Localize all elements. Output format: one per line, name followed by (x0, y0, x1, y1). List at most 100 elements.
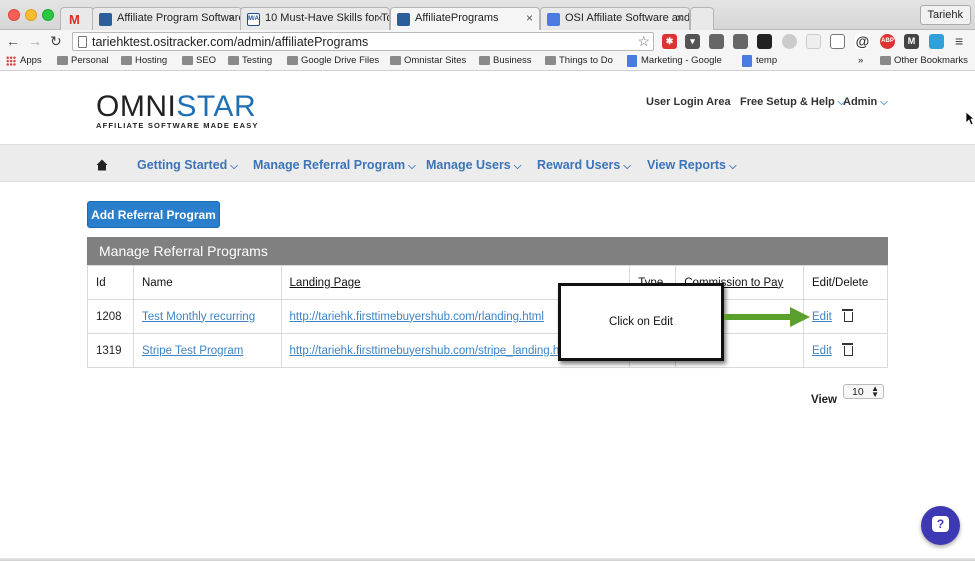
maximize-window-button[interactable] (42, 9, 54, 21)
tab-must-have-skills[interactable]: M/A 10 Must-Have Skills for To × (240, 7, 390, 30)
adblock-icon[interactable]: ABP (880, 34, 895, 49)
folder-icon (479, 56, 490, 65)
nav-manage-users[interactable]: Manage Users ⌵ (426, 158, 521, 172)
landing-page-link[interactable]: http://tariehk.firsttimebuyershub.com/st… (290, 345, 575, 357)
table-row: 1319 Stripe Test Program http://tariehk.… (87, 333, 888, 368)
close-tab-icon[interactable]: × (376, 11, 383, 25)
bookmark-google-drive-files[interactable]: Google Drive Files (287, 55, 379, 66)
panel-title: Manage Referral Programs (87, 237, 888, 265)
folder-icon (545, 56, 556, 65)
at-extension-icon[interactable]: @ (855, 34, 870, 49)
doc-icon (547, 13, 560, 26)
program-id: 1319 (87, 333, 134, 368)
minimize-window-button[interactable] (25, 9, 37, 21)
circle-extension-icon[interactable] (782, 34, 797, 49)
close-window-button[interactable] (8, 9, 20, 21)
reload-icon[interactable]: ↻ (50, 33, 62, 50)
close-tab-icon[interactable]: × (526, 11, 533, 25)
nav-manage-referral-program[interactable]: Manage Referral Program ⌵ (253, 158, 416, 172)
program-name-link[interactable]: Test Monthly recurring (142, 311, 255, 323)
green-arrow-icon (724, 307, 810, 327)
trash-icon[interactable] (841, 309, 853, 322)
menu-icon[interactable]: ≡ (955, 33, 963, 49)
chevron-down-icon: ⌵ (408, 161, 416, 172)
bookmark-apps[interactable]: Apps (6, 55, 42, 66)
folder-icon (228, 56, 239, 65)
pocket-icon[interactable]: ▾ (685, 34, 700, 49)
gmail-icon: M (69, 12, 80, 27)
bookmark-omnistar-sites[interactable]: Omnistar Sites (390, 55, 466, 66)
free-setup-menu[interactable]: Free Setup & Help ⌵ (740, 96, 845, 108)
back-icon[interactable]: ← (6, 33, 20, 49)
more-bookmarks-button[interactable]: » (858, 55, 863, 66)
evernote-icon[interactable] (709, 34, 724, 49)
extension-red-icon[interactable]: ✱ (662, 34, 677, 49)
chevron-down-icon: ⌵ (623, 161, 631, 172)
omnistar-logo[interactable]: OMNISTAR AFFILIATE SOFTWARE MADE EASY (96, 92, 259, 131)
bookmark-hosting[interactable]: Hosting (121, 55, 167, 66)
tab-label: 10 Must-Have Skills for To (265, 12, 390, 24)
tab-osi-affiliate[interactable]: OSI Affiliate Software and S × (540, 7, 690, 30)
page-icon (78, 36, 87, 48)
tutorial-callout: Click on Edit (558, 283, 724, 361)
profile-button[interactable]: Tariehk (919, 5, 971, 25)
column-header-name: Name (132, 265, 282, 300)
forward-icon[interactable]: → (28, 33, 42, 49)
bookmark-temp[interactable]: temp (742, 55, 777, 67)
omnistar-icon (397, 13, 410, 26)
bookmark-things-to-do[interactable]: Things to Do (545, 55, 613, 66)
pen-extension-icon[interactable] (733, 34, 748, 49)
program-id: 1208 (87, 299, 134, 334)
url-text: tariehktest.ositracker.com/admin/affilia… (92, 35, 369, 49)
edit-link[interactable]: Edit (812, 345, 832, 357)
close-tab-icon[interactable]: × (228, 11, 235, 25)
close-tab-icon[interactable]: × (676, 11, 683, 25)
tab-affiliate-programs[interactable]: AffiliatePrograms × (390, 7, 540, 31)
cast-icon[interactable] (830, 34, 845, 49)
bookmark-personal[interactable]: Personal (57, 55, 109, 66)
new-tab-button[interactable] (690, 7, 714, 30)
landing-page-link[interactable]: http://tariehk.firsttimebuyershub.com/rl… (290, 311, 544, 323)
bookmark-business[interactable]: Business (479, 55, 532, 66)
address-bar[interactable]: tariehktest.ositracker.com/admin/affilia… (72, 32, 654, 51)
flag-extension-icon[interactable] (757, 34, 772, 49)
column-header-edit-delete: Edit/Delete (803, 265, 888, 300)
bookmark-other[interactable]: Other Bookmarks (880, 55, 968, 66)
select-arrows-icon: ▲ ▼ (871, 384, 879, 399)
add-referral-program-button[interactable]: Add Referral Program (87, 201, 220, 228)
m-extension-icon[interactable]: M (904, 34, 919, 49)
omnistar-icon (99, 13, 112, 26)
bookmark-marketing[interactable]: Marketing - Google (627, 55, 722, 67)
doc-icon (627, 55, 637, 67)
table-header-row: Id Name Landing Page Type Commission to … (87, 265, 888, 300)
bookmark-seo[interactable]: SEO (182, 55, 216, 66)
bookmark-star-icon[interactable]: ☆ (637, 33, 650, 50)
nav-reward-users[interactable]: Reward Users ⌵ (537, 158, 631, 172)
chevron-down-icon: ⌵ (230, 161, 238, 172)
mia-icon: M/A (247, 13, 260, 26)
main-nav: Getting Started ⌵ Manage Referral Program… (0, 144, 975, 182)
folder-icon (182, 56, 193, 65)
user-login-link[interactable]: User Login Area (646, 96, 731, 108)
nav-view-reports[interactable]: View Reports ⌵ (647, 158, 737, 172)
column-header-id: Id (87, 265, 134, 300)
admin-menu[interactable]: Admin ⌵ (843, 96, 888, 108)
browser-toolbar: ← → ↻ tariehktest.ositracker.com/admin/a… (0, 30, 975, 53)
chevron-down-icon: ⌵ (728, 161, 737, 172)
chevron-down-icon: ⌵ (880, 97, 888, 108)
tab-affiliate-software[interactable]: Affiliate Program Software × (92, 7, 242, 30)
tab-gmail[interactable]: M (60, 7, 94, 30)
edit-link[interactable]: Edit (812, 311, 832, 323)
nav-getting-started[interactable]: Getting Started ⌵ (137, 158, 238, 172)
trash-icon[interactable] (841, 343, 853, 356)
chat-extension-icon[interactable] (929, 34, 944, 49)
help-chat-button[interactable]: ? (921, 506, 960, 545)
bookmark-testing[interactable]: Testing (228, 55, 272, 66)
apps-grid-icon (6, 56, 16, 66)
program-name-link[interactable]: Stripe Test Program (142, 345, 243, 357)
home-icon[interactable] (96, 159, 108, 171)
tab-label: OSI Affiliate Software and S (565, 12, 690, 24)
blank-extension-icon[interactable] (806, 34, 821, 49)
folder-icon (880, 56, 891, 65)
rows-per-page-select[interactable]: 10 ▲ ▼ (843, 384, 884, 399)
